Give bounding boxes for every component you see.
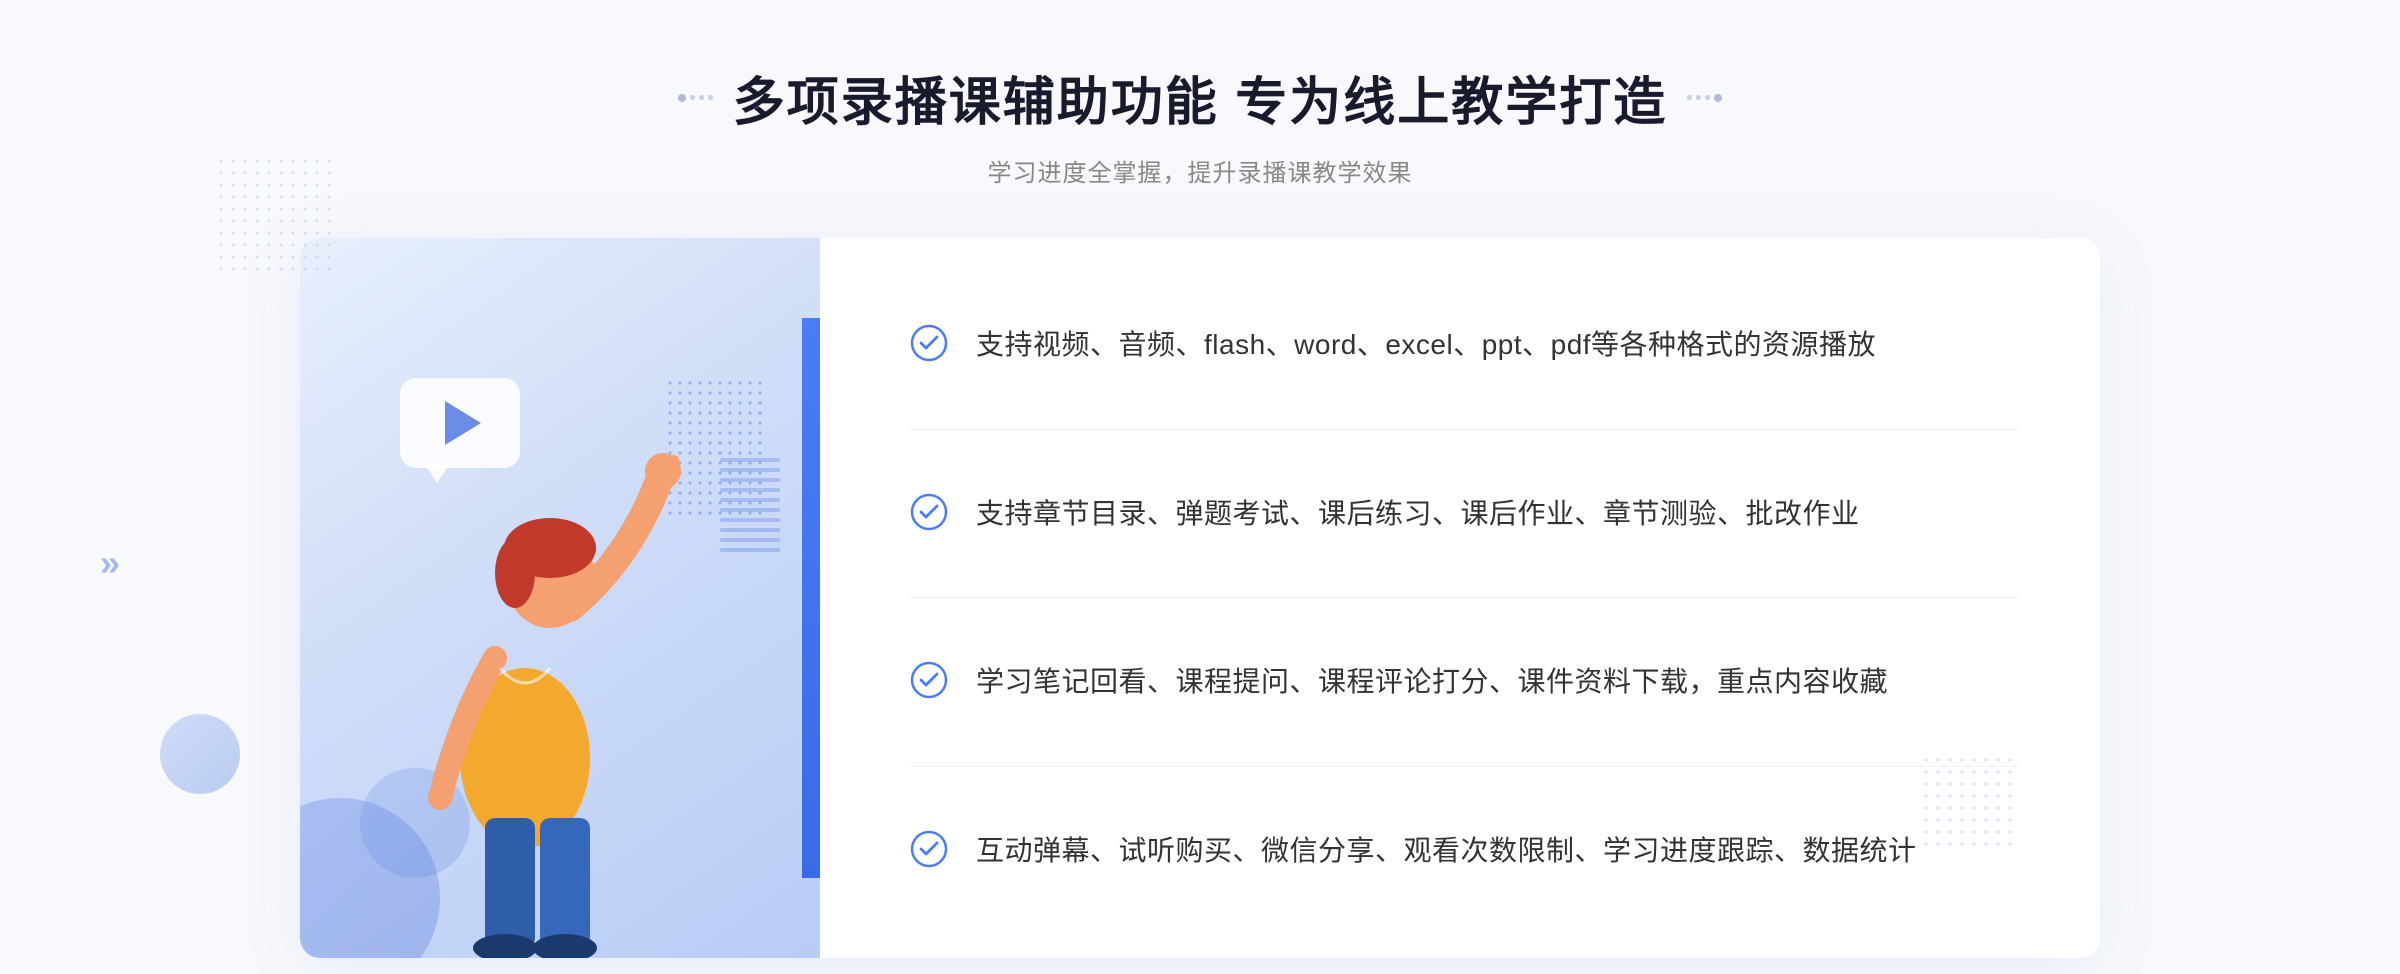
outer-circle-left bbox=[160, 714, 240, 794]
left-illustration bbox=[300, 238, 820, 958]
separator-1 bbox=[910, 429, 2020, 430]
dots-pattern-left bbox=[215, 155, 335, 275]
check-icon-2 bbox=[910, 493, 948, 531]
title-decorator-right bbox=[1687, 94, 1722, 102]
header-section: 多项录播课辅助功能 专为线上教学打造 学习进度全掌握，提升录播课教学效果 bbox=[678, 60, 1722, 188]
feature-text-3: 学习笔记回看、课程提问、课程评论打分、课件资料下载，重点内容收藏 bbox=[976, 661, 1888, 703]
subtitle: 学习进度全掌握，提升录播课教学效果 bbox=[678, 153, 1722, 188]
content-card: 支持视频、音频、flash、word、excel、ppt、pdf等各种格式的资源… bbox=[300, 238, 2100, 958]
check-icon-4 bbox=[910, 830, 948, 868]
main-title: 多项录播课辅助功能 专为线上教学打造 bbox=[733, 60, 1667, 135]
title-row: 多项录播课辅助功能 专为线上教学打造 bbox=[678, 60, 1722, 135]
feature-text-2: 支持章节目录、弹题考试、课后练习、课后作业、章节测验、批改作业 bbox=[976, 493, 1860, 535]
title-decorator-left bbox=[678, 94, 713, 102]
check-icon-3 bbox=[910, 661, 948, 699]
feature-item-2: 支持章节目录、弹题考试、课后练习、课后作业、章节测验、批改作业 bbox=[910, 493, 2020, 535]
feature-text-4: 互动弹幕、试听购买、微信分享、观看次数限制、学习进度跟踪、数据统计 bbox=[976, 830, 1917, 872]
check-icon-1 bbox=[910, 324, 948, 362]
feature-text-1: 支持视频、音频、flash、word、excel、ppt、pdf等各种格式的资源… bbox=[976, 324, 1876, 366]
feature-item-3: 学习笔记回看、课程提问、课程评论打分、课件资料下载，重点内容收藏 bbox=[910, 661, 2020, 703]
person-illustration bbox=[340, 378, 720, 958]
outer-arrows-left: » bbox=[100, 542, 120, 584]
feature-item-1: 支持视频、音频、flash、word、excel、ppt、pdf等各种格式的资源… bbox=[910, 324, 2020, 366]
separator-3 bbox=[910, 766, 2020, 767]
dots-pattern-right bbox=[1920, 754, 2020, 854]
separator-2 bbox=[910, 597, 2020, 598]
page-container: 多项录播课辅助功能 专为线上教学打造 学习进度全掌握，提升录播课教学效果 bbox=[0, 0, 2400, 974]
feature-item-4: 互动弹幕、试听购买、微信分享、观看次数限制、学习进度跟踪、数据统计 bbox=[910, 830, 2020, 872]
stripe-decoration bbox=[720, 458, 780, 578]
right-content: 支持视频、音频、flash、word、excel、ppt、pdf等各种格式的资源… bbox=[820, 238, 2100, 958]
vertical-bar bbox=[802, 318, 820, 878]
